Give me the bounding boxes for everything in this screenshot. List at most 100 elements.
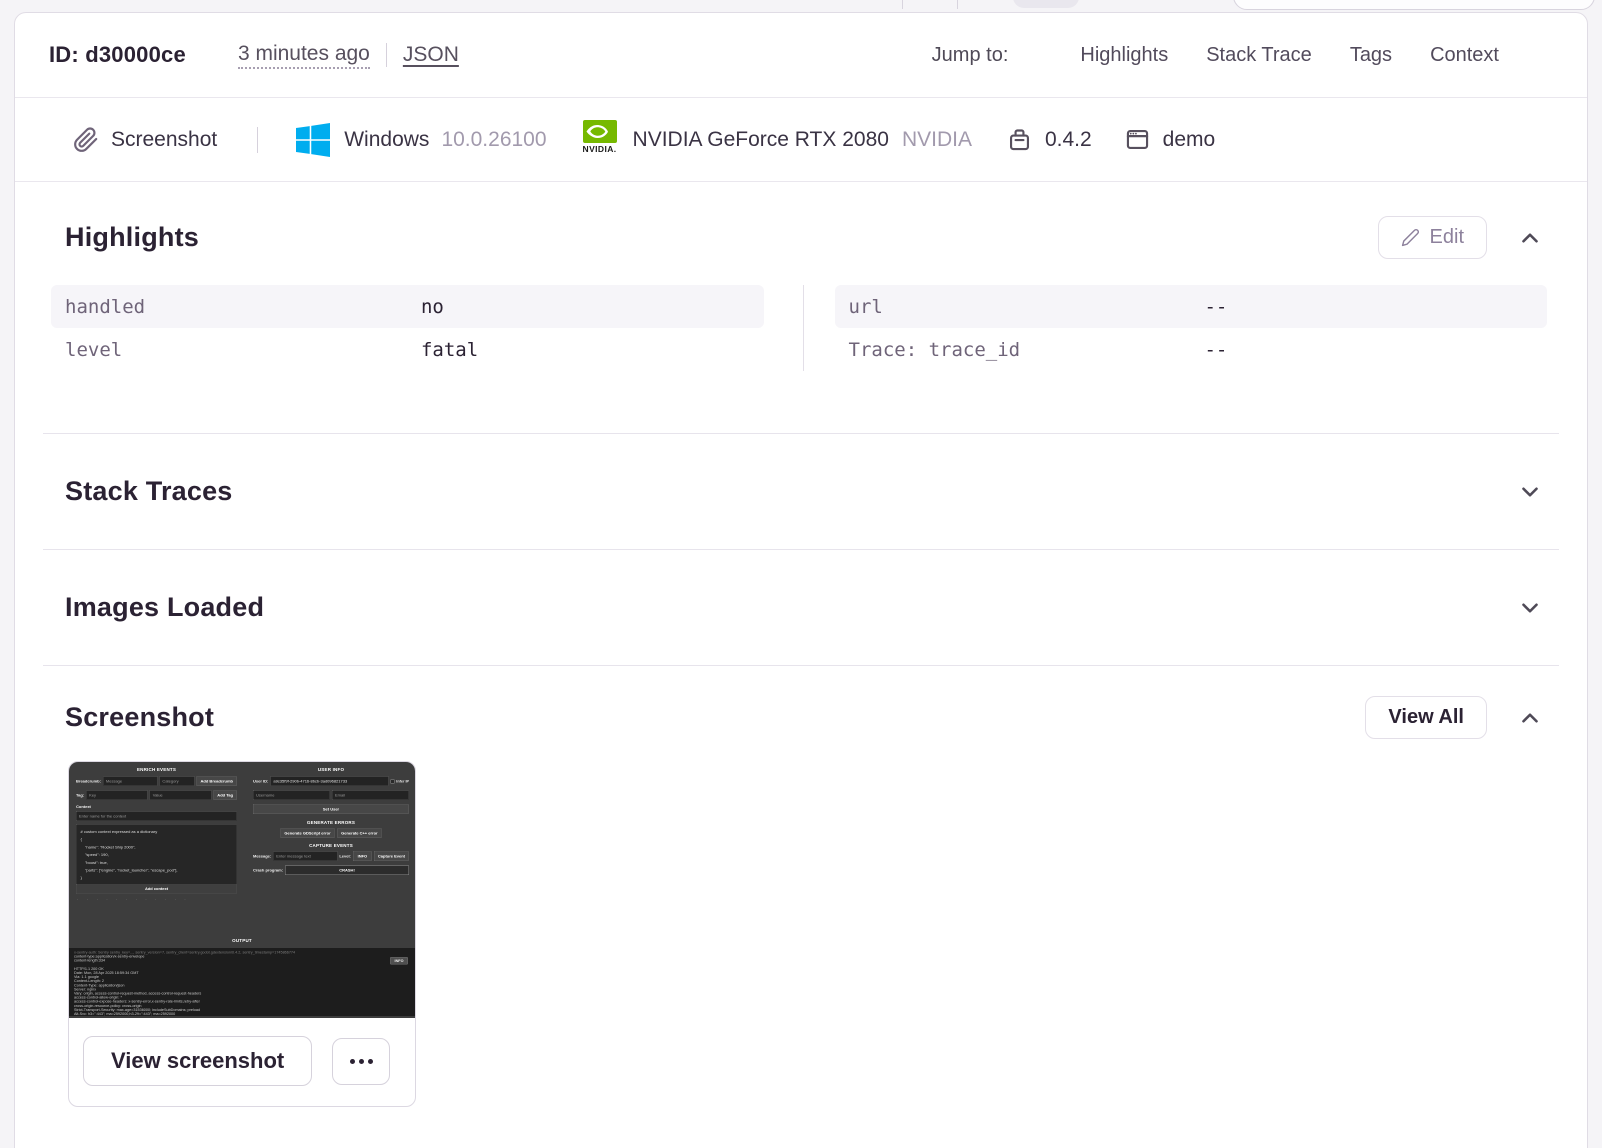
thumb-category-input: Category	[159, 776, 195, 786]
thumb-code-line: "speed": 190,	[80, 852, 109, 858]
expand-images-loaded-button[interactable]	[1513, 591, 1547, 625]
top-toolbar-divider	[957, 0, 958, 9]
thumb-user-id-label: User ID:	[253, 779, 269, 784]
highlights-column-divider	[802, 285, 804, 371]
highlight-row: Trace: trace_id --	[835, 328, 1548, 371]
nvidia-logo-icon: NVIDIA.	[581, 119, 619, 160]
highlight-value: --	[1204, 338, 1228, 361]
top-search-box-remnant	[1233, 0, 1595, 10]
thumb-message-label: Message:	[253, 854, 272, 859]
chevron-up-icon	[1522, 712, 1538, 723]
os-context: Windows 10.0.26100	[296, 122, 547, 157]
environment-name: demo	[1162, 127, 1216, 151]
event-header: ID: d30000ce 3 minutes ago JSON Jump to:…	[15, 13, 1587, 98]
thumb-context-label: Context	[76, 804, 91, 810]
collapse-screenshot-button[interactable]	[1513, 701, 1547, 735]
edit-highlights-button[interactable]: Edit	[1377, 216, 1487, 259]
thumb-code-line: "parts": ["engine", "rocket_launcher", "…	[80, 868, 178, 873]
thumb-breadcrumb-label: Breadcrumb:	[76, 779, 101, 784]
thumb-email-input: Email	[332, 790, 409, 800]
thumb-output-line: Alt-Svc: h3=":443"; ma=2592000,h3-29=":4…	[74, 1012, 176, 1017]
context-bar: Screenshot Windows 10.0.26100 NVIDIA. NV…	[15, 98, 1587, 182]
chevron-down-icon	[1522, 602, 1538, 613]
gpu-context: NVIDIA. NVIDIA GeForce RTX 2080 NVIDIA	[581, 119, 972, 160]
nvidia-wordmark: NVIDIA.	[582, 143, 617, 154]
screenshot-context-pill[interactable]: Screenshot	[73, 126, 217, 153]
highlight-value: --	[1204, 295, 1228, 318]
pencil-icon	[1401, 229, 1419, 247]
images-loaded-section: Images Loaded	[15, 550, 1587, 665]
jump-link-tags[interactable]: Tags	[1350, 44, 1392, 67]
jump-link-highlights[interactable]: Highlights	[1080, 44, 1168, 67]
thumb-code-line: "name": "Rocket Ship 2000",	[80, 844, 136, 850]
highlight-row: url --	[834, 285, 1547, 328]
stack-traces-section: Stack Traces	[15, 434, 1587, 549]
thumb-crash-button: CRASH!	[285, 865, 409, 875]
context-divider	[257, 126, 259, 153]
thumb-output-terminal: x-sentry-auth: Sentry sentry_key=..., se…	[69, 948, 415, 1016]
thumb-user-id-input: a9c35f9f-290b-4716-8bcb-3ad096821733	[270, 776, 389, 786]
header-divider	[385, 43, 387, 67]
highlights-section: Highlights Edit handled no level fatal u…	[15, 182, 1587, 433]
thumb-output-title: OUTPUT	[232, 938, 252, 943]
screenshot-section: Screenshot View All ENRICH EVENTS Breadc…	[15, 666, 1587, 1107]
browser-window-icon	[1124, 126, 1151, 153]
ellipsis-icon	[349, 1058, 355, 1064]
event-detail-card: ID: d30000ce 3 minutes ago JSON Jump to:…	[14, 12, 1588, 1148]
chevron-down-icon	[1522, 486, 1538, 497]
thumb-capture-event-button: Capture Event	[373, 851, 409, 861]
event-id: ID: d30000ce	[49, 42, 186, 67]
highlight-key: Trace: trace_id	[848, 338, 1021, 361]
thumb-gdscript-error-button: Generate GDScript error	[280, 828, 335, 838]
edit-button-label: Edit	[1429, 226, 1464, 248]
thumb-username-input: Username	[253, 790, 330, 800]
release-box-icon	[1006, 126, 1033, 153]
screenshot-thumbnail-content: ENRICH EVENTS Breadcrumb: Message Catego…	[69, 762, 415, 1016]
stack-traces-title: Stack Traces	[65, 476, 233, 506]
thumb-key-input: Key	[86, 790, 148, 800]
jump-link-stack-trace[interactable]: Stack Trace	[1206, 44, 1312, 67]
images-loaded-title: Images Loaded	[65, 592, 265, 622]
thumb-message-text-input: Enter message text	[273, 851, 338, 861]
thumb-code-line: "boost": true,	[80, 860, 108, 865]
screenshot-thumbnail[interactable]: ENRICH EVENTS Breadcrumb: Message Catego…	[69, 762, 415, 1018]
highlights-right-table: url -- Trace: trace_id --	[834, 285, 1548, 371]
thumb-add-breadcrumb-button: Add Breadcrumb	[196, 776, 237, 786]
screenshot-more-button[interactable]	[332, 1037, 391, 1085]
view-screenshot-button[interactable]: View screenshot	[83, 1036, 313, 1086]
thumb-message-input: Message	[102, 776, 158, 786]
thumb-drag-handle: · · · · · · · · · · · ·	[77, 897, 190, 902]
os-name: Windows	[344, 127, 430, 151]
windows-logo-icon	[296, 122, 331, 157]
json-link[interactable]: JSON	[403, 43, 459, 67]
thumb-set-user-button: Set User	[253, 804, 409, 814]
view-all-label: View All	[1388, 706, 1464, 728]
thumb-code-line: # custom context expressed as a dictiona…	[80, 829, 158, 835]
release-version: 0.4.2	[1044, 127, 1092, 151]
thumb-add-tag-button: Add Tag	[213, 790, 238, 800]
thumb-crash-label: Crash program:	[253, 868, 284, 873]
jump-link-context[interactable]: Context	[1430, 44, 1499, 67]
thumb-infer-ip-label: Infer IP	[396, 779, 409, 784]
view-all-button[interactable]: View All	[1365, 696, 1487, 739]
expand-stack-traces-button[interactable]	[1513, 475, 1547, 509]
gpu-name: NVIDIA GeForce RTX 2080	[632, 127, 889, 151]
highlight-row: handled no	[51, 285, 764, 328]
release-context: 0.4.2	[1006, 126, 1092, 153]
screenshot-title: Screenshot	[65, 702, 215, 732]
collapse-highlights-button[interactable]	[1513, 221, 1547, 255]
highlight-row: level fatal	[51, 328, 764, 371]
event-time-link[interactable]: 3 minutes ago	[237, 42, 370, 69]
top-toolbar-pill	[1013, 0, 1079, 8]
jump-to-label: Jump to:	[931, 43, 1009, 66]
highlight-value: fatal	[420, 338, 479, 361]
thumb-level-label: Level:	[339, 854, 351, 859]
highlight-key: handled	[65, 295, 146, 318]
thumb-capture-events-title: CAPTURE EVENTS	[309, 843, 353, 848]
thumb-context-name-input: Enter name for the context	[76, 811, 237, 821]
highlight-key: url	[848, 295, 883, 318]
highlight-value: no	[420, 295, 444, 318]
highlight-key: level	[65, 338, 123, 361]
highlights-left-table: handled no level fatal	[51, 285, 764, 371]
screenshot-card-footer: View screenshot	[69, 1018, 415, 1106]
